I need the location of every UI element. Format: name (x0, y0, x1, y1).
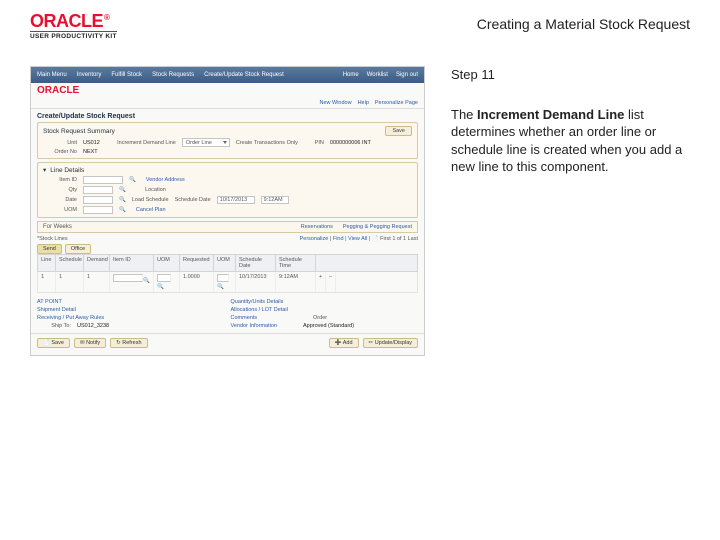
uom-label: UOM (43, 207, 77, 213)
pin-label: PIN (304, 140, 324, 146)
footer-buttons: 📄 Save ✉ Notify ↻ Refresh ➕ Add ✏ Update… (31, 333, 424, 352)
lower-link: Receiving / Put Away Rules (37, 315, 104, 321)
item-input (83, 176, 123, 184)
app-topbar: Main Menu Inventory Fulfill Stock Stock … (31, 67, 424, 83)
sched-input: 10/17/2013 (217, 196, 255, 204)
summary-heading: Stock Request Summary (43, 128, 115, 135)
pin-value: 0000000006 INT (330, 140, 371, 146)
app-brand: ORACLE (31, 83, 424, 98)
topbar-link: Home (343, 72, 359, 78)
grid-link: Personalize (300, 236, 329, 242)
status-value: Approved (Standard) (303, 323, 354, 329)
date-input (83, 196, 113, 204)
subhead-link: Help (358, 100, 369, 106)
lower-link: Shipment Detail (37, 307, 76, 313)
mode-label: Create Transactions Only (236, 140, 298, 146)
date-label: Date (43, 197, 77, 203)
app-screenshot: Main Menu Inventory Fulfill Stock Stock … (30, 66, 425, 356)
grid-title: *Stock Lines (37, 236, 68, 242)
grid-tab-send: Send (37, 244, 62, 254)
nav-crumb: Main Menu (37, 72, 67, 78)
lower-link: Vendor Information (231, 323, 277, 329)
sched-time-input: 9:12AM (261, 196, 289, 204)
loc-label: Location (132, 187, 166, 193)
order-lbl2: Order (293, 315, 327, 321)
tabs-band: For Weeks Reservations Pegging & Pegging… (37, 221, 418, 233)
page-title: Creating a Material Stock Request (477, 12, 690, 32)
nav-crumb: Fulfill Stock (111, 72, 142, 78)
topbar-link: Worklist (367, 72, 388, 78)
qty-label: Qty (43, 187, 77, 193)
link-pegging: Pegging & Pegging Request (343, 224, 412, 230)
lower-link: Quantity/Units Details (231, 299, 284, 305)
brand-text: ORACLE (30, 11, 103, 31)
inst-bold: Increment Demand Line (477, 107, 624, 122)
inst-prefix: The (451, 107, 477, 122)
brand-subtitle: USER PRODUCTIVITY KIT (30, 31, 117, 40)
footer-add: Add (343, 340, 353, 346)
step-label: Step 11 (451, 66, 690, 84)
order-label: Order No (43, 149, 77, 155)
grid-paging: First 1 of 1 Last (380, 236, 418, 242)
grid-tab-office: Office (65, 244, 91, 254)
tab-weeks: For Weeks (43, 224, 72, 230)
subhead-link: Personalize Page (375, 100, 418, 106)
app-breadcrumb: Create/Update Stock Request (37, 113, 418, 120)
line-details-heading: Line Details (50, 167, 84, 174)
unit-label: Unit (43, 140, 77, 146)
nav-crumb: Stock Requests (152, 72, 194, 78)
item-label: Item ID (43, 177, 77, 183)
footer-refresh: Refresh (122, 340, 141, 346)
subhead-link: New Window (319, 100, 351, 106)
lower-link: Allocations / LOT Detail (231, 307, 288, 313)
nav-crumb: Inventory (77, 72, 102, 78)
instructions-panel: Step 11 The Increment Demand Line list d… (451, 66, 690, 356)
qty-input (83, 186, 113, 194)
summary-section: Stock Request Summary Save Unit US012 In… (37, 122, 418, 159)
shipto-value: US012_3238 (77, 323, 109, 329)
unit-value: US012 (83, 140, 100, 146)
instruction-text: The Increment Demand Line list determine… (451, 106, 690, 176)
footer-notify: Notify (86, 340, 100, 346)
grid-header: Line Schedule Demand Item ID UOM Request… (37, 254, 418, 272)
footer-save: Save (51, 340, 64, 346)
sched-label: Schedule Date (175, 197, 211, 203)
nav-crumb: Create/Update Stock Request (204, 72, 284, 78)
lower-link: AT POINT (37, 299, 62, 305)
lower-link: Comments (231, 315, 258, 321)
link-reservations: Reservations (301, 224, 333, 230)
order-value: NEXT (83, 149, 98, 155)
line-details-section: ▾ Line Details Item ID 🔍 Vendor Address … (37, 162, 418, 218)
topbar-link: Sign out (396, 72, 418, 78)
shipto-label: Ship To: (37, 323, 71, 329)
uom-input (83, 206, 113, 214)
load-label: Load Schedule (132, 197, 169, 203)
brand-logo: ORACLE® USER PRODUCTIVITY KIT (30, 12, 117, 40)
increment-value: Order Line (186, 140, 212, 146)
increment-demand-line-select[interactable]: Order Line (182, 138, 230, 147)
grid-link: View All (348, 236, 367, 242)
footer-update: Update/Display (375, 340, 412, 346)
increment-label: Increment Demand Line (106, 140, 176, 146)
save-btn-small: Save (385, 126, 412, 136)
grid-link: Find (333, 236, 344, 242)
grid-row: 1 1 1 🔍 🔍 1.0000 🔍 10/17/2013 9:12AM + – (37, 272, 418, 293)
